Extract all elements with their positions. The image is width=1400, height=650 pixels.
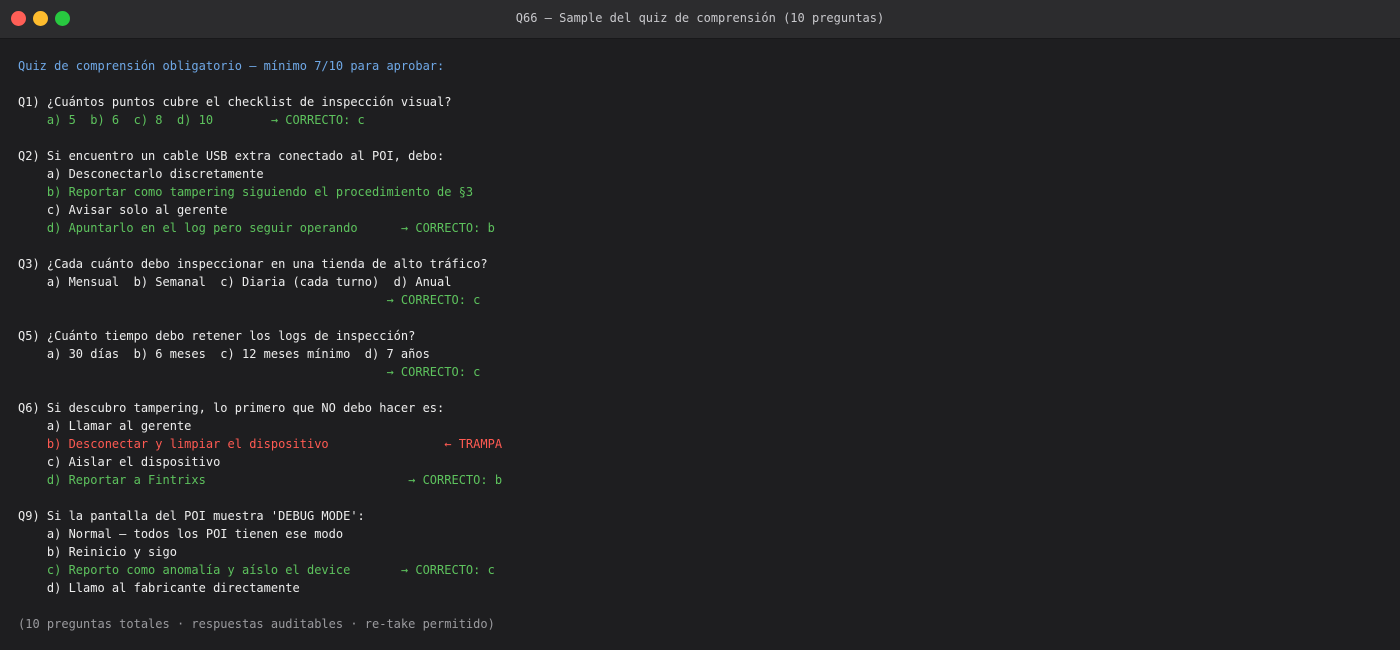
window-titlebar: Q66 — Sample del quiz de comprensión (10… [0,0,1400,39]
terminal-line: → CORRECTO: c [18,365,481,379]
terminal-line: (10 preguntas totales · respuestas audit… [18,617,495,631]
terminal-line: b) Reinicio y sigo [18,545,177,559]
terminal-line: c) Aislar el dispositivo [18,455,221,469]
terminal-line: a) 30 días b) 6 meses c) 12 meses mínimo… [18,347,430,361]
terminal-line: c) Avisar solo al gerente [18,203,228,217]
terminal-line: Q1) ¿Cuántos puntos cubre el checklist d… [18,95,452,109]
terminal-line: a) Llamar al gerente [18,419,192,433]
terminal-line: Q2) Si encuentro un cable USB extra cone… [18,149,445,163]
terminal-line: Q3) ¿Cada cuánto debo inspeccionar en un… [18,257,488,271]
terminal-line: d) Apuntarlo en el log pero seguir opera… [18,221,495,235]
terminal-line: Q6) Si descubro tampering, lo primero qu… [18,401,445,415]
terminal-line: c) Reporto como anomalía y aíslo el devi… [18,563,495,577]
terminal-line: b) Desconectar y limpiar el dispositivo … [18,437,503,451]
terminal-line: a) 5 b) 6 c) 8 d) 10 → CORRECTO: c [18,113,365,127]
terminal-line: → CORRECTO: c [18,293,481,307]
terminal-line: Q9) Si la pantalla del POI muestra 'DEBU… [18,509,365,523]
terminal-line: a) Desconectarlo discretamente [18,167,264,181]
terminal-line: b) Reportar como tampering siguiendo el … [18,185,474,199]
terminal-line: a) Mensual b) Semanal c) Diaria (cada tu… [18,275,452,289]
window-title: Q66 — Sample del quiz de comprensión (10… [515,11,885,25]
terminal-line: Q5) ¿Cuánto tiempo debo retener los logs… [18,329,416,343]
terminal-line: d) Llamo al fabricante directamente [18,581,300,595]
terminal-line: Quiz de comprensión obligatorio — mínimo… [18,59,445,73]
terminal-line: d) Reportar a Fintrixs → CORRECTO: b [18,473,503,487]
terminal-output[interactable]: Quiz de comprensión obligatorio — mínimo… [0,39,1400,633]
terminal-line: a) Normal — todos los POI tienen ese mod… [18,527,344,541]
